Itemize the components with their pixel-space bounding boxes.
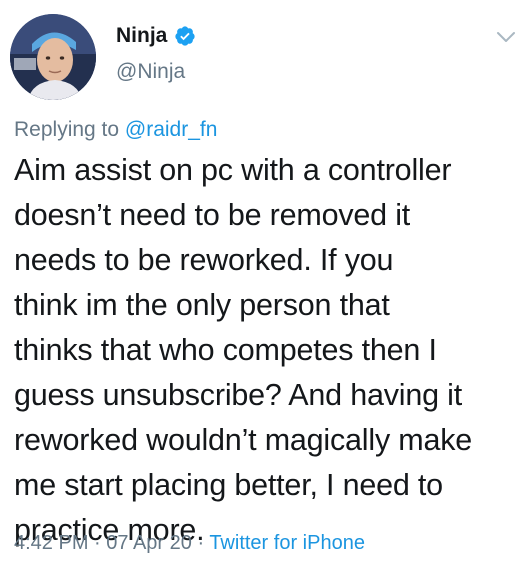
tweet-source-link[interactable]: Twitter for iPhone <box>209 532 365 554</box>
tweet-meta: 4:42 PM · 07 Apr 20 · Twitter for iPhone <box>14 532 365 555</box>
meta-separator: · <box>88 532 107 554</box>
replying-to-line: Replying to @raidr_fn <box>14 118 217 142</box>
avatar[interactable] <box>10 14 96 100</box>
author-handle[interactable]: @Ninja <box>116 60 185 84</box>
replying-to-label: Replying to <box>14 118 125 141</box>
tweet-text: Aim assist on pc with a controller doesn… <box>14 153 473 547</box>
display-name[interactable]: Ninja <box>116 24 167 48</box>
tweet-time[interactable]: 4:42 PM <box>14 532 88 554</box>
chevron-down-icon[interactable] <box>496 30 516 44</box>
meta-separator: · <box>191 532 210 554</box>
author-name-row[interactable]: Ninja <box>116 24 196 48</box>
tweet-card: Ninja @Ninja Replying to @raidr_fn Aim a… <box>0 0 530 573</box>
tweet-date[interactable]: 07 Apr 20 <box>106 532 192 554</box>
verified-badge-icon <box>175 26 195 46</box>
avatar-image <box>10 14 96 100</box>
reply-mention-link[interactable]: @raidr_fn <box>125 118 218 141</box>
